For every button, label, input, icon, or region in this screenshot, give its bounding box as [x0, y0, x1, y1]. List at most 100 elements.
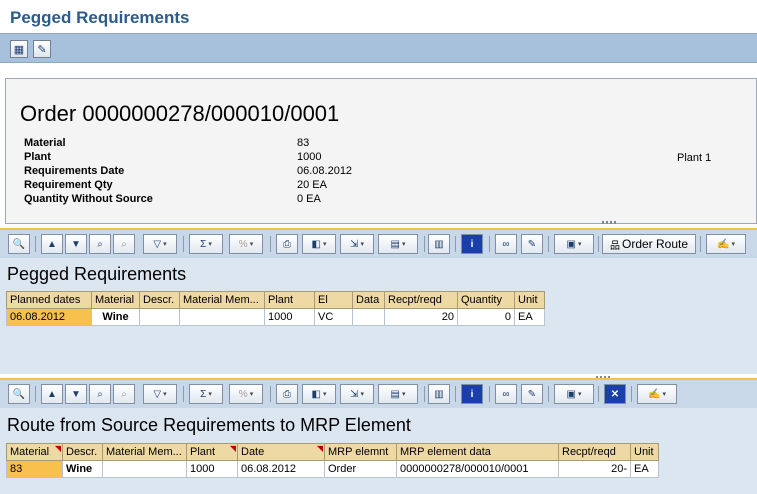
views-icon[interactable]: ◧ ▾ [302, 234, 336, 254]
table-header-row: Material ◥ Descr. Material Mem... Plant ◥ … [6, 443, 659, 461]
receipt-requirement-cell[interactable]: 20 [384, 308, 458, 326]
mrp-element-cell[interactable]: Order [324, 460, 397, 478]
info-icon[interactable]: i [461, 384, 483, 404]
toolbar-separator [631, 386, 632, 402]
glasses-icon[interactable]: ∞ [495, 384, 517, 404]
layout-icon[interactable]: ▤ ▾ [378, 234, 418, 254]
column-header[interactable]: Plant [264, 291, 315, 309]
plant-value: 1000 [297, 151, 322, 163]
plant-cell[interactable]: 1000 [186, 460, 238, 478]
material-memo-cell[interactable] [102, 460, 187, 478]
table-row[interactable]: 83 Wine 1000 06.08.2012 Order 0000000278… [6, 460, 659, 478]
receipt-requirement-cell[interactable]: 20- [558, 460, 631, 478]
user-functions-icon[interactable]: ✍ ▾ [706, 234, 746, 254]
column-header[interactable]: Unit [630, 443, 659, 461]
plant-label: Plant [24, 151, 51, 163]
find-next-icon[interactable]: ⌕ [113, 384, 135, 404]
sort-ascending-icon[interactable]: ▲ [41, 384, 63, 404]
edit-icon[interactable]: ✎ [33, 40, 51, 58]
column-header[interactable]: MRP elemnt [324, 443, 397, 461]
column-header[interactable]: Material [91, 291, 140, 309]
subtotal-icon[interactable]: % ▾ [229, 234, 263, 254]
unit-cell[interactable]: EA [514, 308, 545, 326]
route-table: Material ◥ Descr. Material Mem... Plant ◥ … [6, 443, 659, 478]
toolbar-separator [270, 386, 271, 402]
stock-overview-icon[interactable]: ▣ ▾ [554, 384, 594, 404]
sum-icon[interactable]: Σ ▾ [189, 384, 223, 404]
column-header[interactable]: Date ◥ [237, 443, 325, 461]
sum-icon[interactable]: Σ ▾ [189, 234, 223, 254]
toolbar-separator [183, 236, 184, 252]
splitter-handle[interactable] [602, 221, 616, 224]
toolbar-separator [489, 236, 490, 252]
column-header[interactable]: Unit [514, 291, 545, 309]
find-icon[interactable]: ⌕ [89, 234, 111, 254]
date-cell[interactable]: 06.08.2012 [237, 460, 325, 478]
column-header[interactable]: Plant ◥ [186, 443, 238, 461]
column-header[interactable]: Descr. [139, 291, 180, 309]
filter-icon[interactable]: ▽ ▾ [143, 234, 177, 254]
column-header[interactable]: Data [352, 291, 385, 309]
sort-descending-icon[interactable]: ▼ [65, 234, 87, 254]
info-icon[interactable]: i [461, 234, 483, 254]
user-functions-icon[interactable]: ✍ ▾ [637, 384, 677, 404]
window-title: Pegged Requirements [10, 8, 190, 27]
data-cell[interactable] [352, 308, 385, 326]
column-header[interactable]: El [314, 291, 353, 309]
table-header-row: Planned dates Material Descr. Material M… [6, 291, 545, 309]
sort-descending-icon[interactable]: ▼ [65, 384, 87, 404]
pencil-icon[interactable]: ✎ [521, 384, 543, 404]
find-next-icon[interactable]: ⌕ [113, 234, 135, 254]
close-icon[interactable]: ✕ [604, 384, 626, 404]
pencil-icon[interactable]: ✎ [521, 234, 543, 254]
sort-ascending-icon[interactable]: ▲ [41, 234, 63, 254]
column-header[interactable]: Recpt/reqd [384, 291, 458, 309]
column-header[interactable]: MRP element data [396, 443, 559, 461]
plant-cell[interactable]: 1000 [264, 308, 315, 326]
print-icon[interactable]: ⎙ [276, 234, 298, 254]
filter-icon[interactable]: ▽ ▾ [143, 384, 177, 404]
export-icon[interactable]: ⇲ ▾ [340, 234, 374, 254]
layout-icon[interactable]: ▤ ▾ [378, 384, 418, 404]
requirements-date-label: Requirements Date [24, 165, 125, 177]
column-header[interactable]: Material Mem... [179, 291, 265, 309]
column-header[interactable]: Planned dates [6, 291, 92, 309]
material-cell[interactable]: 83 [6, 460, 63, 478]
column-header[interactable]: Quantity [457, 291, 515, 309]
description-cell[interactable] [139, 308, 180, 326]
column-header[interactable]: Material ◥ [6, 443, 63, 461]
order-route-label: Order Route [621, 237, 689, 251]
stock-overview-icon[interactable]: ▣ ▾ [554, 234, 594, 254]
order-title: Order 0000000278/000010/0001 [20, 101, 340, 126]
quantity-cell[interactable]: 0 [457, 308, 515, 326]
column-header[interactable]: Material Mem... [102, 443, 187, 461]
details-icon[interactable]: 🔍 [8, 234, 30, 254]
planned-date-cell[interactable]: 06.08.2012 [6, 308, 92, 326]
print-icon[interactable]: ⎙ [276, 384, 298, 404]
route-section: 🔍 ▲ ▼ ⌕ ⌕ ▽ ▾ Σ ▾ % ▾ ⎙ ◧ ▾ ⇲ ▾ ▤ ▾ ▥ i ∞ ✎ ▣ ▾… [0, 378, 757, 494]
description-cell[interactable]: Wine [62, 460, 103, 478]
mrp-element-data-cell[interactable]: 0000000278/000010/0001 [396, 460, 559, 478]
element-cell[interactable]: VC [314, 308, 353, 326]
order-route-button[interactable]: 品 Order Route [602, 234, 696, 254]
material-cell[interactable]: Wine [91, 308, 140, 326]
requirement-qty-label: Requirement Qty [24, 179, 113, 191]
toolbar-separator [598, 236, 599, 252]
graphic-icon[interactable]: ▥ [428, 384, 450, 404]
quantity-without-source-label: Quantity Without Source [24, 193, 153, 205]
unit-cell[interactable]: EA [630, 460, 659, 478]
find-icon[interactable]: ⌕ [89, 384, 111, 404]
title-bar: Pegged Requirements [0, 0, 757, 33]
material-memo-cell[interactable] [179, 308, 265, 326]
subtotal-icon[interactable]: % ▾ [229, 384, 263, 404]
column-header[interactable]: Descr. [62, 443, 103, 461]
tree-expand-icon[interactable]: ▦ [10, 40, 28, 58]
glasses-icon[interactable]: ∞ [495, 234, 517, 254]
table-row[interactable]: 06.08.2012 Wine 1000 VC 20 0 EA [6, 308, 545, 326]
details-icon[interactable]: 🔍 [8, 384, 30, 404]
column-header[interactable]: Recpt/reqd [558, 443, 631, 461]
export-icon[interactable]: ⇲ ▾ [340, 384, 374, 404]
toolbar-separator [548, 236, 549, 252]
views-icon[interactable]: ◧ ▾ [302, 384, 336, 404]
graphic-icon[interactable]: ▥ [428, 234, 450, 254]
